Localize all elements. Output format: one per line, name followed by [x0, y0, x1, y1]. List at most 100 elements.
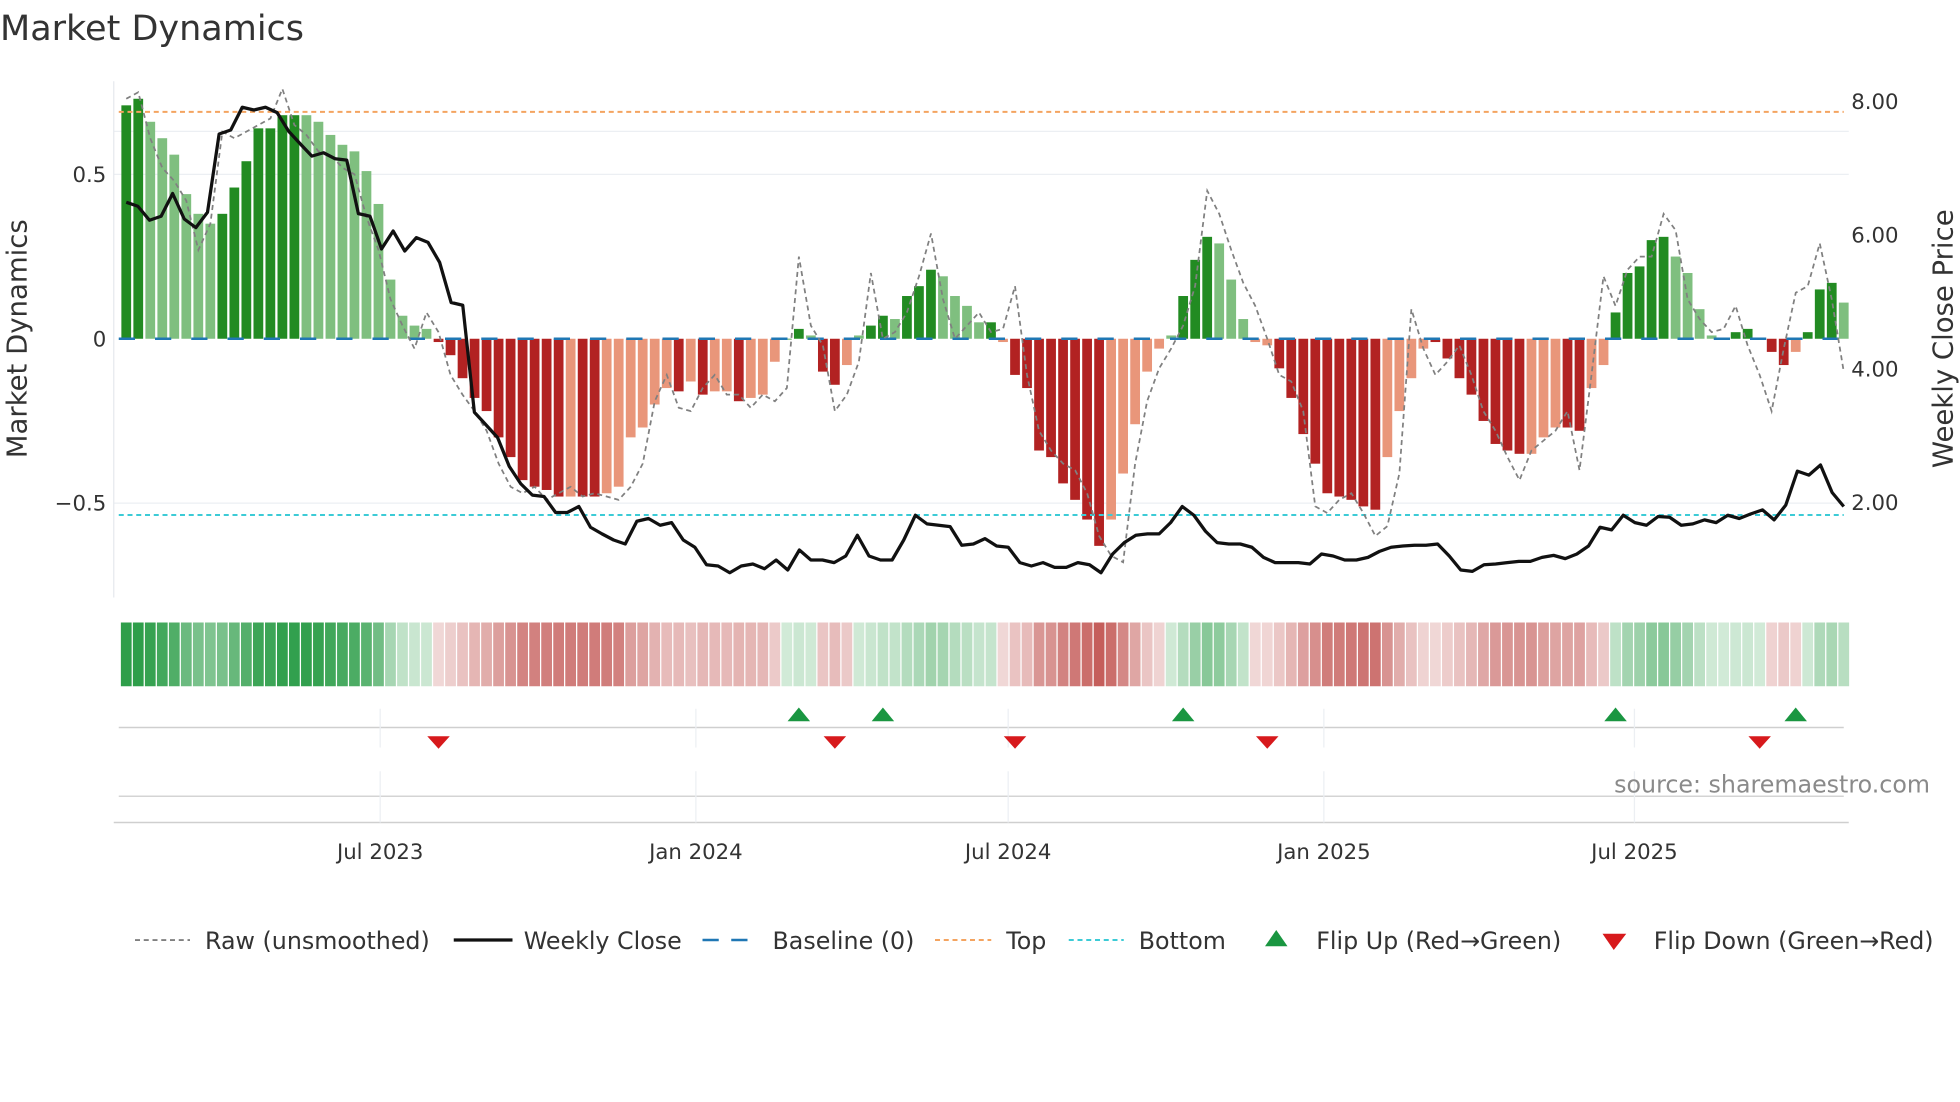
- heat-cell: [793, 622, 805, 687]
- bar: [577, 338, 588, 497]
- heat-cell: [541, 622, 552, 687]
- bar: [914, 286, 924, 339]
- heat-cell: [1045, 622, 1057, 687]
- heat-cell: [132, 622, 144, 687]
- heat-cell: [913, 622, 925, 687]
- bar: [1298, 338, 1309, 435]
- bar: [589, 338, 600, 497]
- bar: [1490, 338, 1501, 444]
- heat-cell: [529, 622, 540, 687]
- heat-cell: [1622, 622, 1633, 687]
- bar: [1130, 338, 1141, 425]
- heat-cell: [1634, 622, 1645, 687]
- bar: [1826, 282, 1837, 339]
- heat-cell: [973, 622, 985, 687]
- heat-cell: [1454, 622, 1465, 687]
- bar: [565, 338, 576, 497]
- bar: [974, 322, 984, 339]
- heat-cell: [289, 622, 300, 687]
- x-tick-label: Jul 2025: [1589, 840, 1677, 865]
- heat-cell: [1405, 622, 1417, 687]
- bar: [1238, 319, 1249, 339]
- heat-cell: [709, 622, 721, 687]
- bar: [1598, 338, 1609, 366]
- heat-cell: [1766, 622, 1778, 687]
- bar: [1814, 289, 1825, 339]
- heat-cell: [1514, 622, 1525, 687]
- bar: [373, 203, 384, 339]
- heat-cell: [1117, 622, 1129, 687]
- heat-cell: [397, 622, 408, 687]
- bar: [517, 338, 528, 481]
- bar: [253, 128, 264, 339]
- heat-cell: [517, 622, 528, 687]
- heat-cell: [781, 622, 793, 687]
- bar: [1382, 338, 1393, 458]
- heat-cell: [1430, 622, 1441, 687]
- x-tick-label: Jan 2024: [647, 840, 743, 865]
- market-dynamics-chart: Market Dynamics 0.5 0 −0.5 8.00 6.00 4.00 2.00…: [0, 9, 1960, 955]
- bar: [1790, 338, 1801, 352]
- heat-cell: [1273, 622, 1285, 687]
- heat-cell: [1754, 622, 1766, 687]
- heat-cell: [985, 622, 997, 687]
- flip-down-marker: [1255, 736, 1279, 749]
- heat-cell: [937, 622, 949, 687]
- heat-cell: [889, 622, 901, 687]
- heat-cell: [865, 622, 877, 687]
- bar: [1634, 266, 1645, 339]
- heat-cell: [1478, 622, 1489, 687]
- bar: [1574, 338, 1585, 431]
- bar: [709, 338, 720, 392]
- bar: [433, 338, 444, 343]
- y-right-tick-label: 4.00: [1851, 357, 1898, 382]
- heat-cell: [120, 622, 132, 687]
- heat-cell: [1730, 622, 1742, 687]
- bar: [1550, 338, 1561, 428]
- bar: [1502, 338, 1513, 451]
- bar: [1370, 338, 1381, 510]
- heat-cell: [1225, 622, 1237, 687]
- heat-cell: [1826, 622, 1838, 687]
- bar: [325, 134, 336, 339]
- heat-cell: [565, 622, 577, 687]
- bar: [1190, 259, 1201, 339]
- bar: [601, 338, 612, 494]
- heat-cell: [204, 622, 216, 687]
- y-tick-label: 0.5: [72, 163, 106, 188]
- bar: [493, 338, 504, 438]
- legend-close-label: Weekly Close: [524, 927, 682, 955]
- bar: [769, 338, 780, 362]
- heat-cell: [1586, 622, 1597, 687]
- heat-cell: [841, 622, 853, 687]
- x-tick-label: Jul 2023: [335, 840, 423, 865]
- heat-cell: [144, 622, 156, 687]
- bar: [697, 338, 708, 395]
- heat-cell: [1249, 622, 1261, 687]
- flip-down-marker: [1003, 736, 1027, 749]
- heat-cell: [1490, 622, 1501, 687]
- bar: [1202, 236, 1213, 339]
- flip-up-marker: [871, 707, 895, 722]
- bar: [637, 338, 648, 428]
- heat-cell: [1369, 622, 1381, 687]
- heat-cell: [1562, 622, 1573, 687]
- bar: [1346, 338, 1357, 500]
- heat-cell: [1418, 622, 1429, 687]
- bar: [1010, 338, 1020, 375]
- bar: [265, 128, 276, 339]
- bar: [793, 328, 804, 339]
- heat-cell: [1706, 622, 1718, 687]
- flip-up-marker: [1784, 707, 1807, 722]
- heat-cell: [1057, 622, 1069, 687]
- bar: [1466, 338, 1477, 395]
- bar: [1334, 338, 1345, 497]
- legend-raw-label: Raw (unsmoothed): [205, 927, 430, 955]
- bar: [121, 105, 132, 339]
- bar: [625, 338, 636, 438]
- heat-cell: [1105, 622, 1117, 687]
- heat-cell: [877, 622, 889, 687]
- heat-cell: [1345, 622, 1357, 687]
- bar: [673, 338, 684, 392]
- bar: [866, 325, 876, 339]
